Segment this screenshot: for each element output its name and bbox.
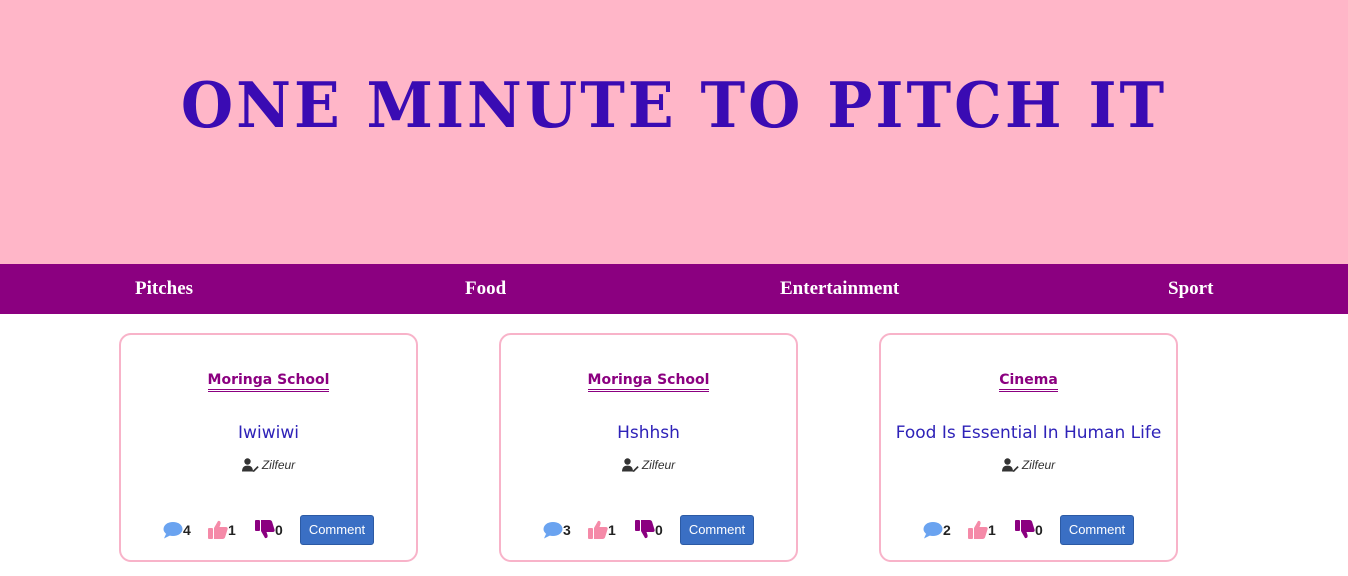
comment-button[interactable]: Comment	[680, 515, 754, 545]
comment-button[interactable]: Comment	[300, 515, 374, 545]
upvote-count[interactable]: 1	[208, 519, 236, 541]
comment-icon	[543, 522, 563, 539]
nav-link-pitches[interactable]: Pitches	[135, 264, 193, 314]
thumbs-up-icon	[208, 520, 228, 539]
user-edit-icon	[621, 458, 639, 472]
thumbs-down-icon	[255, 520, 275, 539]
pitch-author: Zilfeur	[501, 458, 796, 472]
pitch-card: Cinema Food Is Essential In Human Life Z…	[879, 333, 1178, 562]
thumbs-down-icon	[635, 520, 655, 539]
comment-button[interactable]: Comment	[1060, 515, 1134, 545]
pitch-author: Zilfeur	[881, 458, 1176, 472]
pitch-stats: 4 1 0 Comment	[163, 515, 378, 545]
comment-count[interactable]: 4	[163, 519, 191, 541]
pitch-stats: 2 1 0 Comment	[923, 515, 1138, 545]
hero-banner: ONE MINUTE TO PITCH IT	[0, 0, 1348, 264]
pitch-stats: 3 1 0 Comment	[543, 515, 758, 545]
comment-icon	[163, 522, 183, 539]
thumbs-up-icon	[588, 520, 608, 539]
upvote-count[interactable]: 1	[968, 519, 996, 541]
pitch-title[interactable]: Food Is Essential In Human Life	[881, 423, 1176, 443]
nav-link-sport[interactable]: Sport	[1168, 264, 1213, 314]
upvote-count[interactable]: 1	[588, 519, 616, 541]
user-edit-icon	[241, 458, 259, 472]
pitch-title[interactable]: Iwiwiwi	[121, 423, 416, 443]
downvote-count[interactable]: 0	[635, 519, 663, 541]
thumbs-down-icon	[1015, 520, 1035, 539]
pitch-card: Moringa School Hshhsh Zilfeur 3 1 0 Comm…	[499, 333, 798, 562]
pitch-category[interactable]: Cinema	[881, 372, 1176, 392]
pitch-author: Zilfeur	[121, 458, 416, 472]
comment-count[interactable]: 2	[923, 519, 951, 541]
pitch-category[interactable]: Moringa School	[501, 372, 796, 392]
pitch-card: Moringa School Iwiwiwi Zilfeur 4 1 0 Com…	[119, 333, 418, 562]
user-edit-icon	[1001, 458, 1019, 472]
nav-link-entertainment[interactable]: Entertainment	[780, 264, 899, 314]
comment-count[interactable]: 3	[543, 519, 571, 541]
nav-link-food[interactable]: Food	[465, 264, 506, 314]
pitch-title[interactable]: Hshhsh	[501, 423, 796, 443]
downvote-count[interactable]: 0	[1015, 519, 1043, 541]
pitch-category[interactable]: Moringa School	[121, 372, 416, 392]
comment-icon	[923, 522, 943, 539]
navbar: Pitches Food Entertainment Sport	[0, 264, 1348, 314]
thumbs-up-icon	[968, 520, 988, 539]
page-title: ONE MINUTE TO PITCH IT	[180, 69, 1168, 143]
downvote-count[interactable]: 0	[255, 519, 283, 541]
